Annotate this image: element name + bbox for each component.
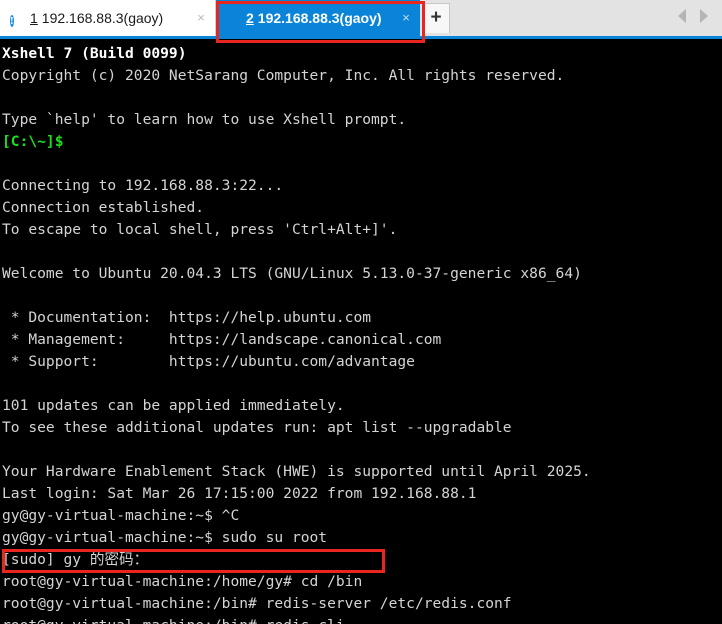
terminal-line: To escape to local shell, press 'Ctrl+Al… [2, 221, 398, 238]
tab-index-1: 1 [30, 10, 38, 26]
terminal-line: Connection established. [2, 199, 205, 216]
terminal-line: gy@gy-virtual-machine:~$ sudo su root [2, 529, 328, 546]
terminal-line: * Support: https://ubuntu.com/advantage [2, 353, 415, 370]
terminal-line: [sudo] gy 的密码： [2, 551, 149, 568]
tab-scroll-left-icon[interactable] [678, 9, 686, 23]
terminal-line: To see these additional updates run: apt… [2, 419, 512, 436]
xshell-window: ! 1 192.168.88.3(gaoy) × 2 192.168.88.3(… [0, 0, 722, 624]
terminal-line: Xshell 7 (Build 0099) [2, 45, 187, 62]
tab-navigation [678, 9, 708, 23]
tab-index-2: 2 [246, 10, 254, 26]
close-icon[interactable]: × [193, 10, 209, 26]
connected-dot-icon [226, 11, 240, 25]
alert-icon: ! [10, 15, 14, 27]
tab-session-1[interactable]: ! 1 192.168.88.3(gaoy) × [0, 0, 216, 36]
terminal-line: * Documentation: https://help.ubuntu.com [2, 309, 372, 326]
tab-session-2[interactable]: 2 192.168.88.3(gaoy) × [216, 0, 420, 36]
terminal-output[interactable]: Xshell 7 (Build 0099) Copyright (c) 2020 … [0, 39, 722, 624]
terminal-line: Connecting to 192.168.88.3:22... [2, 177, 284, 194]
terminal-line: root@gy-virtual-machine:/bin# redis-cli [2, 615, 722, 624]
terminal-line: root@gy-virtual-machine:/home/gy# cd /bi… [2, 573, 363, 590]
terminal-line: gy@gy-virtual-machine:~$ ^C [2, 507, 240, 524]
terminal-line: Last login: Sat Mar 26 17:15:00 2022 fro… [2, 485, 477, 502]
tab-scroll-right-icon[interactable] [700, 9, 708, 23]
terminal-line: 101 updates can be applied immediately. [2, 397, 345, 414]
terminal-line: root@gy-virtual-machine:/bin# redis-serv… [2, 595, 512, 612]
terminal-line: Type `help' to learn how to use Xshell p… [2, 111, 407, 128]
terminal-line: Copyright (c) 2020 NetSarang Computer, I… [2, 67, 565, 84]
new-tab-button[interactable]: + [422, 3, 450, 33]
terminal-line: [C:\~]$ [2, 133, 64, 150]
tab-title-2: 192.168.88.3(gaoy) [257, 10, 382, 26]
tab-bar: ! 1 192.168.88.3(gaoy) × 2 192.168.88.3(… [0, 0, 722, 36]
tab-title-1: 192.168.88.3(gaoy) [41, 10, 164, 26]
terminal-line: Your Hardware Enablement Stack (HWE) is … [2, 463, 591, 480]
close-icon[interactable]: × [398, 10, 414, 26]
terminal-line: Welcome to Ubuntu 20.04.3 LTS (GNU/Linux… [2, 265, 582, 282]
terminal-line: * Management: https://landscape.canonica… [2, 331, 442, 348]
